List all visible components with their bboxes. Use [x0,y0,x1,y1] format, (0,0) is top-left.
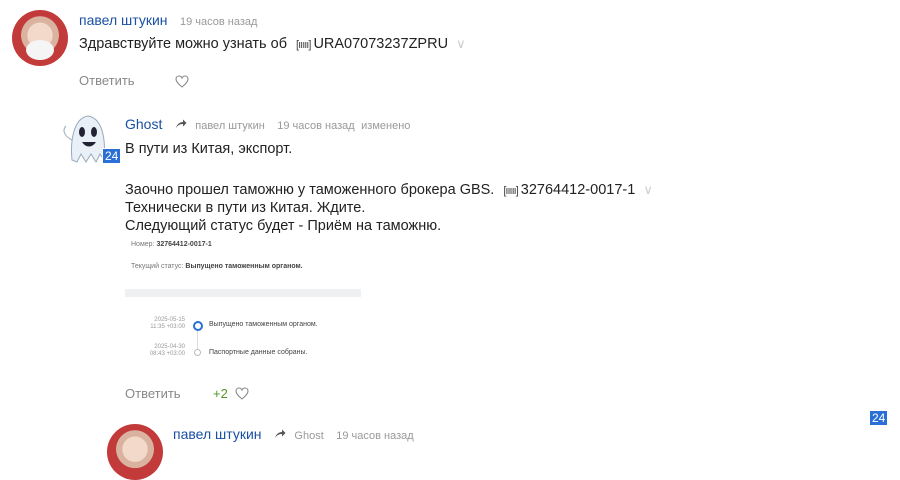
screenshot-number: Номер: 32764412-0017-1 [131,241,212,248]
level-badge: 24 [102,148,122,164]
heart-icon[interactable] [235,387,249,400]
edited-label: изменено [361,120,411,132]
screenshot-number-label: Номер: [131,241,155,248]
timeline-dot [194,349,201,356]
like-count: +2 [213,386,228,401]
reply-to-author[interactable]: павел штукин [195,120,265,132]
comment-author[interactable]: Ghost [125,116,162,132]
timeline-dot-active [193,321,203,331]
comment-line: Следующий статус будет - Приём на таможн… [125,218,442,234]
event-time: 11:35 +03:00 [150,324,185,330]
comment-line: Технически в пути из Китая. Ждите. [125,200,366,216]
reply-arrow-icon [274,429,286,438]
chevron-down-icon[interactable]: ∨ [456,36,466,51]
screenshot-number-value: 32764412-0017-1 [156,241,212,248]
track-number[interactable]: URA07073237ZPRU [313,36,448,52]
attached-screenshot[interactable]: Номер: 32764412-0017-1 Текущий статус: В… [125,236,361,376]
screenshot-status-value: Выпущено таможенным органом. [185,263,303,270]
event-time: 08:43 +03:00 [149,351,185,357]
comment-time[interactable]: 19 часов назад [336,430,413,442]
reply-arrow-icon [175,119,187,128]
event-date: 2025-04-30 [154,344,185,350]
comment-time[interactable]: 19 часов назад [180,16,257,28]
chevron-down-icon[interactable]: ∨ [643,182,653,197]
avatar[interactable] [12,10,68,66]
event-text: Паспортные данные собраны. [209,349,308,356]
barcode-icon: [ııııı] [503,185,518,197]
track-number[interactable]: 32764412-0017-1 [521,182,636,198]
event-date: 2025-05-15 [154,317,185,323]
reply-to-author[interactable]: Ghost [294,430,323,442]
screenshot-status: Текущий статус: Выпущено таможенным орга… [131,263,303,270]
avatar[interactable] [107,424,163,480]
level-badge: 24 [869,410,889,426]
comment-time[interactable]: 19 часов назад [277,120,354,132]
event-datetime: 2025-04-30 08:43 +03:00 [145,344,185,358]
reply-button[interactable]: Ответить [125,386,181,401]
event-text: Выпущено таможенным органом. [209,321,318,328]
reply-button[interactable]: Ответить [79,73,135,88]
comment-line: Заочно прошел таможню у таможенного брок… [125,181,653,200]
barcode-icon: [ııııı] [296,39,311,51]
event-datetime: 2025-05-15 11:35 +03:00 [145,317,185,331]
comment-author[interactable]: павел штукин [79,12,168,28]
comment-line: В пути из Китая, экспорт. [125,141,293,157]
comment-text-part: Заочно прошел таможню у таможенного брок… [125,182,495,198]
comment-text-part: Здравствуйте можно узнать об [79,36,287,52]
comment-author[interactable]: павел штукин [173,426,262,442]
heart-icon[interactable] [175,75,189,88]
screenshot-divider [125,289,361,297]
screenshot-status-label: Текущий статус: [131,263,184,270]
comment-text: Здравствуйте можно узнать об [ııııı] URA0… [79,35,466,54]
